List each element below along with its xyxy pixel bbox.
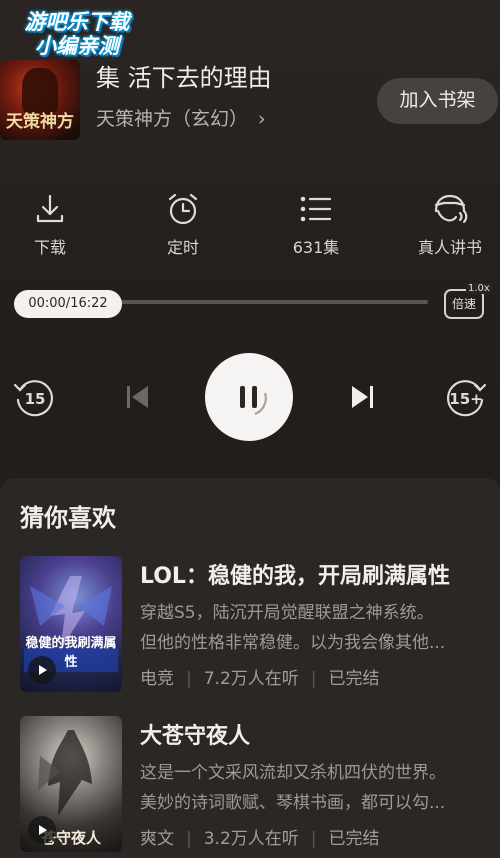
pause-button[interactable] [205, 353, 293, 441]
download-icon [0, 186, 100, 232]
recommend-tags: 爽文 | 3.2万人在听 | 已完结 [140, 829, 380, 849]
rewind-15-button[interactable]: 15 [12, 376, 56, 420]
svg-text:15+: 15+ [449, 390, 482, 408]
skip-next-icon [352, 386, 373, 408]
description-line-2: 但他的性格非常稳健。以为我会像其他... [140, 633, 446, 653]
category-tag: 爽文 [140, 829, 174, 849]
completion-status: 已完结 [328, 669, 380, 689]
download-label: 下载 [33, 238, 66, 257]
completion-status: 已完结 [328, 829, 380, 849]
book-info-link[interactable]: 天策神方（玄幻） › [96, 104, 266, 131]
book-cover[interactable]: 天策神方 [0, 60, 80, 140]
recommend-name[interactable]: 大苍守夜人 [140, 718, 250, 750]
download-button[interactable]: 下载 [0, 186, 100, 258]
progress-thumb-time[interactable]: 00:00/16:22 [14, 290, 122, 318]
episode-list-button[interactable]: 631集 [266, 186, 366, 258]
forward-15-icon: 15+ [447, 380, 487, 417]
next-button[interactable] [346, 380, 380, 414]
list-icon [266, 186, 366, 232]
chapter-title: 集 活下去的理由 [96, 64, 272, 92]
add-to-shelf-button[interactable]: 加入书架 [377, 78, 498, 124]
recommend-description: 这是一个文采风流却又杀机四伏的世界。 美妙的诗词歌赋、琴棋书画，都可以勾... [140, 758, 485, 818]
play-icon[interactable] [28, 816, 56, 844]
timer-label: 定时 [166, 238, 199, 257]
playback-speed-value: 1.0x [466, 283, 492, 294]
watermark-line-1: 游吧乐下载 [24, 10, 130, 34]
alarm-clock-icon [133, 186, 233, 232]
svg-text:15: 15 [25, 390, 46, 408]
watermark-line-2: 小编亲测 [35, 34, 119, 58]
recommend-cover[interactable]: 苍守夜人 [20, 716, 122, 852]
recommend-name[interactable]: LOL：稳健的我，开局刷满属性 [140, 558, 450, 590]
recommendation-title: 猜你喜欢 [20, 504, 116, 532]
description-line-1: 穿越S5，陆沉开局觉醒联盟之神系统。 [140, 603, 434, 623]
skip-previous-icon [127, 386, 148, 408]
rewind-15-icon: 15 [13, 380, 53, 417]
previous-button[interactable] [120, 380, 154, 414]
human-narration-button[interactable]: 真人讲书 [400, 186, 500, 258]
timer-button[interactable]: 定时 [133, 186, 233, 258]
description-line-1: 这是一个文采风流却又杀机四伏的世界。 [140, 763, 446, 783]
watermark: 游吧乐下载 小编亲测 [6, 10, 148, 60]
cover-title: 天策神方 [6, 112, 74, 132]
listener-count: 3.2万人在听 [203, 829, 299, 849]
recommendation-panel: 猜你喜欢 稳健的我刷满属性 LOL：稳健的我，开局刷满属性 穿越S5，陆沉开局觉… [0, 478, 500, 858]
chevron-right-icon: › [258, 108, 266, 130]
book-name: 天策神方（玄幻） [96, 108, 249, 130]
headphones-icon [400, 186, 500, 232]
recommend-tags: 电竞 | 7.2万人在听 | 已完结 [140, 669, 380, 689]
forward-15-button[interactable]: 15+ [444, 376, 488, 420]
recommend-item[interactable]: 苍守夜人 大苍守夜人 这是一个文采风流却又杀机四伏的世界。 美妙的诗词歌赋、琴棋… [0, 716, 500, 856]
pause-icon [240, 386, 267, 416]
episode-count-label: 631集 [292, 238, 340, 257]
category-tag: 电竞 [140, 669, 174, 689]
recommend-description: 穿越S5，陆沉开局觉醒联盟之神系统。 但他的性格非常稳健。以为我会像其他... [140, 598, 485, 658]
recommend-cover[interactable]: 稳健的我刷满属性 [20, 556, 122, 692]
recommend-item[interactable]: 稳健的我刷满属性 LOL：稳健的我，开局刷满属性 穿越S5，陆沉开局觉醒联盟之神… [0, 556, 500, 696]
description-line-2: 美妙的诗词歌赋、琴棋书画，都可以勾... [140, 793, 446, 813]
listener-count: 7.2万人在听 [203, 669, 299, 689]
human-narration-label: 真人讲书 [417, 238, 482, 257]
play-icon[interactable] [28, 656, 56, 684]
